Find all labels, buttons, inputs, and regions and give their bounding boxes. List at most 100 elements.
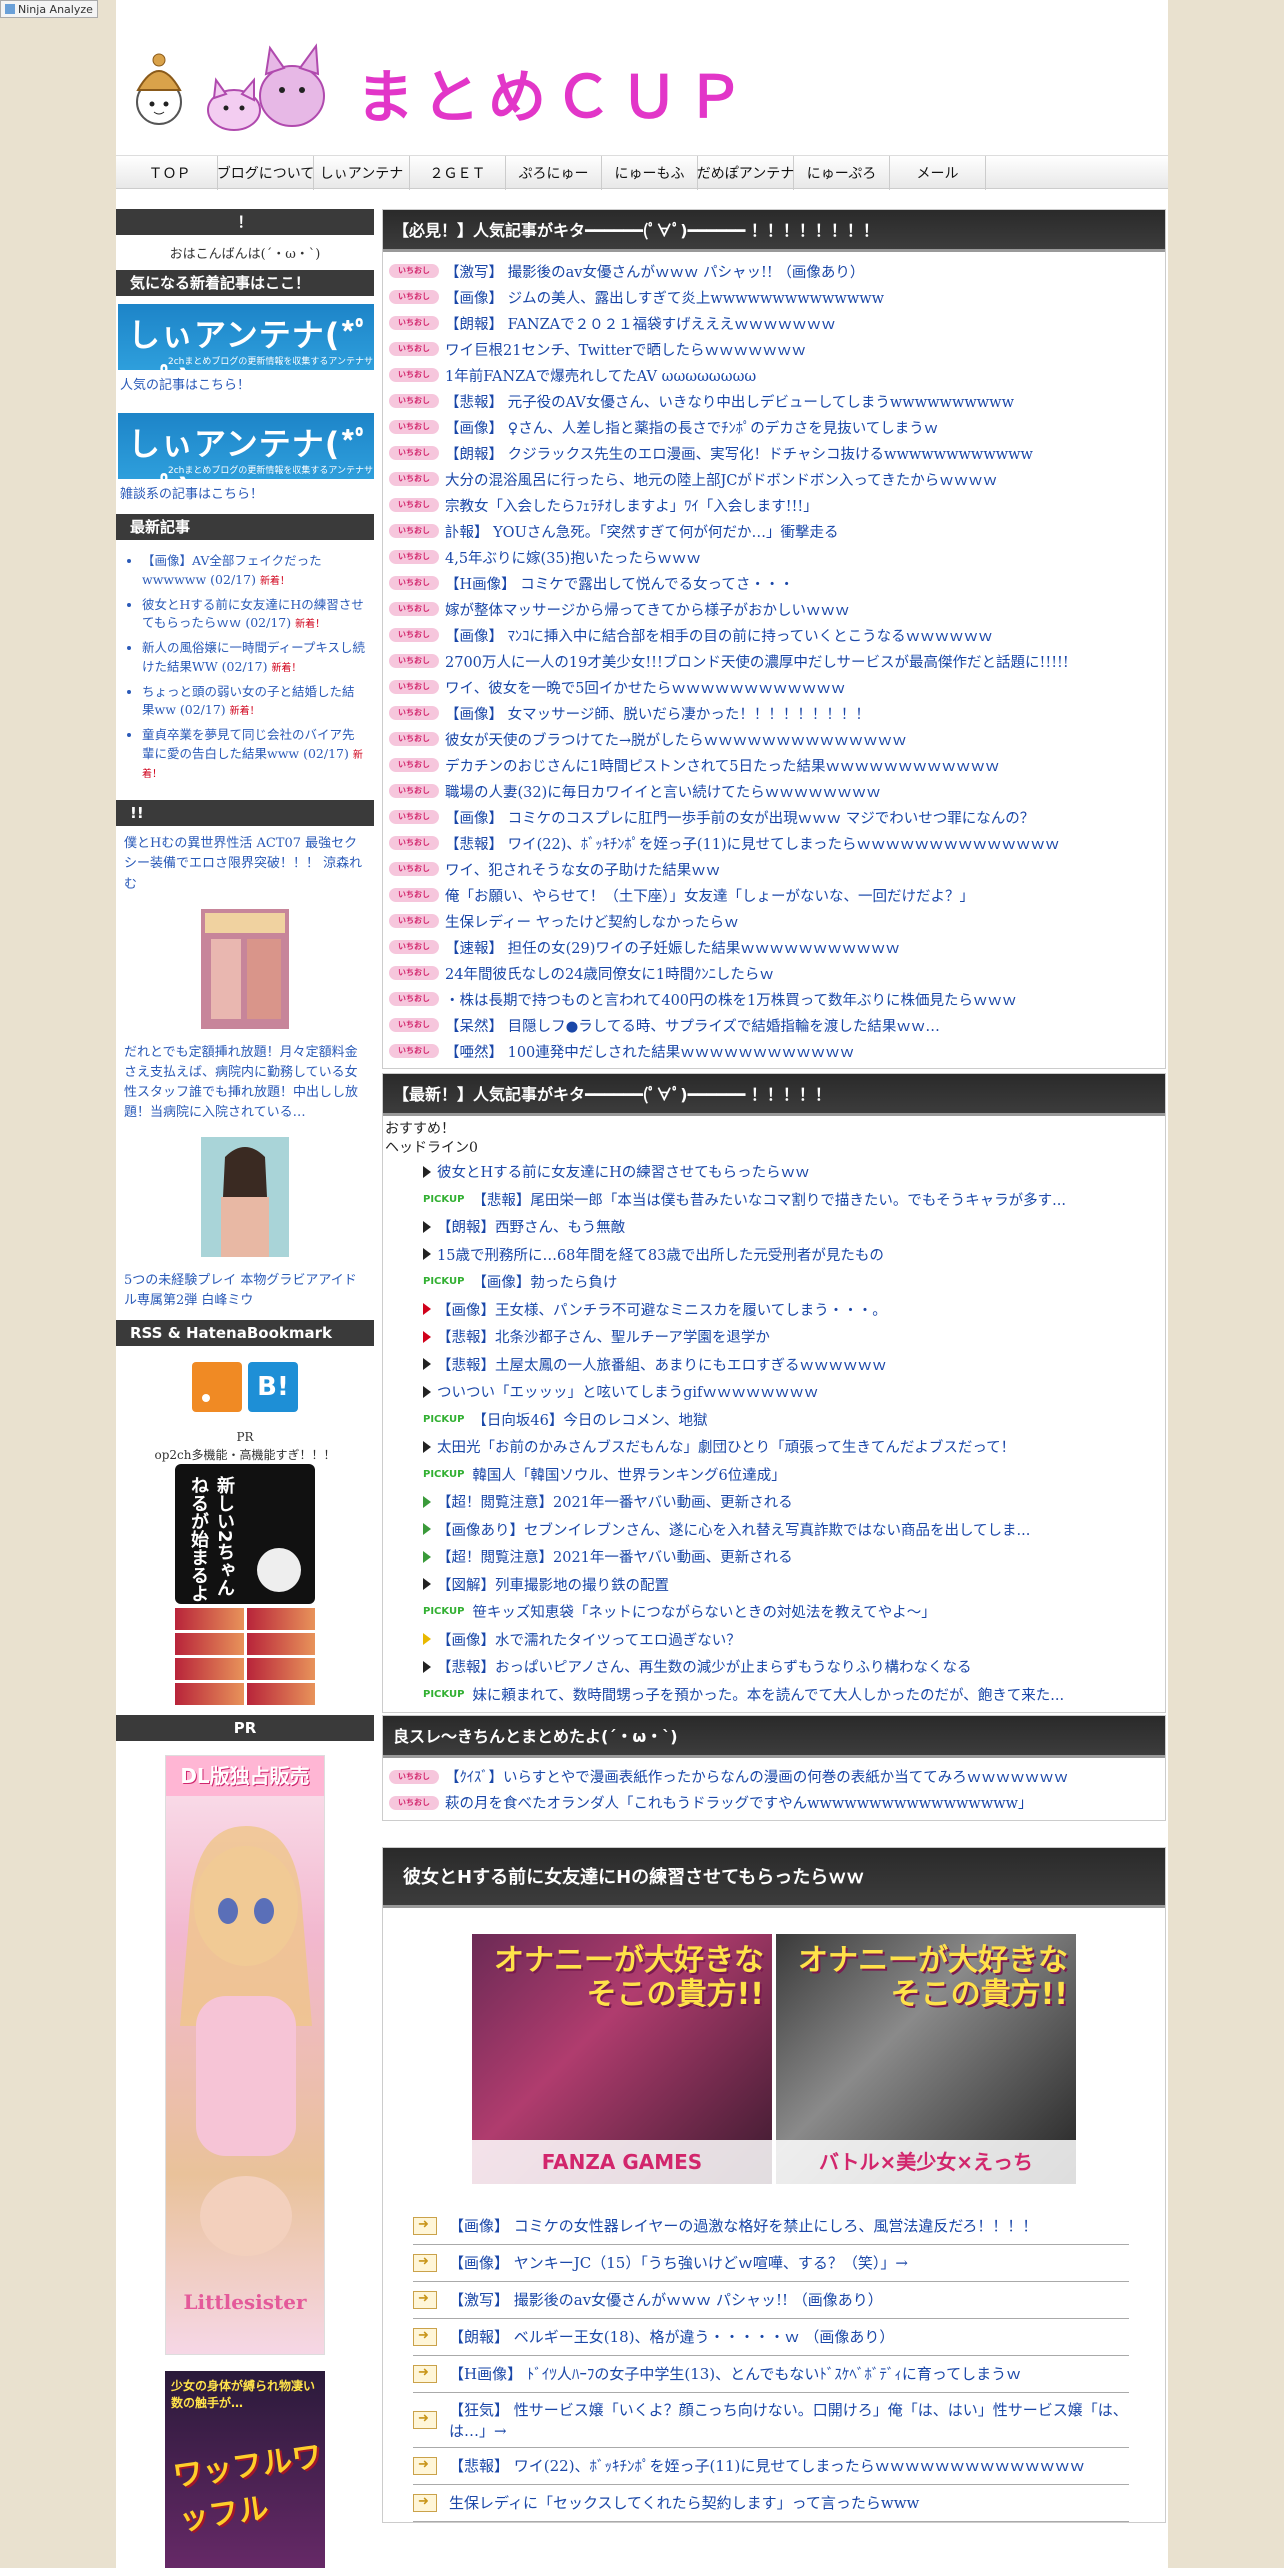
- article-link[interactable]: 訃報】 YOUさん急死。「突然すぎて何が何だか…」衝撃走る: [445, 521, 839, 542]
- list-item[interactable]: 【画像】水で濡れたタイツってエロ過ぎない？: [383, 1625, 1165, 1653]
- list-item[interactable]: 【画像あり】セブンイレブンさん、遂に心を入れ替え写真詐欺ではない商品を出してしま…: [383, 1515, 1165, 1543]
- article-link[interactable]: 【超！閲覧注意】2021年一番ヤバい動画、更新される: [437, 1491, 793, 1512]
- list-item[interactable]: 15歳で刑務所に…68年間を経て83歳で出所した元受刑者が見たもの: [383, 1240, 1165, 1268]
- article-link[interactable]: 萩の月を食べたオランダ人「これもうドラッグですやんwwwwwwwwwwwwwww…: [445, 1792, 1033, 1813]
- article-link[interactable]: 嫁が整体マッサージから帰ってきてから様子がおかしいｗｗｗ: [445, 599, 850, 620]
- list-item[interactable]: PICKUP 韓国人「韓国ソウル、世界ランキング6位達成」: [383, 1460, 1165, 1488]
- list-item[interactable]: PICKUP 笹キッズ知恵袋「ネットにつながらないときの対処法を教えてやよ～」: [383, 1598, 1165, 1626]
- article-link[interactable]: 【H画像】 ﾄﾞｲﾂ人ﾊｰﾌの女子中学生(13)、とんでもないﾄﾞｽｹﾍﾞﾎﾞﾃ…: [449, 2363, 1021, 2384]
- article-link[interactable]: 【画像】 ジムの美人、露出しすぎて炎上wwwwwwwwwwwwww: [445, 287, 884, 308]
- list-item[interactable]: いちおし ワイ、彼女を一晩で5回イかせたらｗｗｗｗｗｗｗｗｗｗｗｗ: [389, 674, 1161, 700]
- list-item[interactable]: いちおし 2700万人に一人の19才美少女!!!ブロンド天使の濃厚中だしサービスが…: [389, 648, 1161, 674]
- article-link[interactable]: 【激写】 撮影後のav女優さんがｗｗｗ パシャッ!! （画像あり）: [449, 2289, 883, 2310]
- shii-antenna-banner-2[interactable]: しぃアンテナ(*ﾟーﾟ) 2chまとめブログの更新情報を収集するアンテナサイト: [118, 413, 374, 479]
- list-item[interactable]: ついつい「エッッッ」と呟いてしまうgifｗｗｗｗｗｗｗｗ: [383, 1378, 1165, 1406]
- article-link[interactable]: 【画像】水で濡れたタイツってエロ過ぎない？: [437, 1629, 741, 1650]
- list-item[interactable]: PICKUP 【日向坂46】今日のレコメン、地獄: [383, 1405, 1165, 1433]
- list-item[interactable]: いちおし 4,5年ぶりに嫁(35)抱いたったらｗｗｗ: [389, 544, 1161, 570]
- article-link[interactable]: 【朗報】 クジラックス先生のエロ漫画、実写化！ドチャシコ抜けるwwwwwwwww…: [445, 443, 1033, 464]
- article-link[interactable]: 【悲報】 ワイ(22)、ﾎﾞｯｷﾁﾝﾎﾟを姪っ子(11)に見せてしまったらｗｗｗ…: [449, 2455, 1085, 2476]
- popular-articles-link[interactable]: 人気の記事はこちら！: [116, 370, 374, 405]
- article-link[interactable]: 15歳で刑務所に…68年間を経て83歳で出所した元受刑者が見たもの: [437, 1244, 884, 1265]
- list-item[interactable]: いちおし 職場の人妻(32)に毎日カワイイと言い続けてたらｗｗｗｗｗｗｗｗ: [389, 778, 1161, 804]
- article-link[interactable]: 1年前FANZAで爆売れしてたAV ωωωωωωωω: [445, 365, 756, 386]
- fanza-ad-1[interactable]: オナニーが大好きなそこの貴方!! FANZA GAMES: [472, 1933, 772, 2184]
- mini-ad[interactable]: [175, 1632, 244, 1655]
- list-item[interactable]: いちおし 【H画像】 コミケで露出して悦んでる女ってさ・・・: [389, 570, 1161, 596]
- nav-top[interactable]: ＴＯＰ: [122, 156, 218, 190]
- article-link[interactable]: 【悲報】 元子役のAV女優さん、いきなり中出しデビューしてしまうwwwwwwww…: [445, 391, 1014, 412]
- article-link[interactable]: 【悲報】おっぱいピアノさん、再生数の減少が止まらずもうなりふり構わなくなる: [437, 1656, 971, 1677]
- list-item[interactable]: 【画像】 ヤンキーJC（15）「うち強いけどｗ喧嘩、する？（笑）」→: [413, 2245, 1129, 2282]
- article-link[interactable]: 【朗報】 ベルギー王女(18)、格が違う・・・・・ｗ （画像あり）: [449, 2326, 894, 2347]
- list-item[interactable]: 【画像】 コミケの女性器レイヤーの過激な格好を禁止にしろ、風営法違反だろ！！！！: [413, 2208, 1129, 2245]
- nav-damepo-antenna[interactable]: だめぽアンテナ: [697, 156, 794, 190]
- article-link[interactable]: 【朗報】 FANZAで２０２１福袋すげえええｗｗｗｗｗｗｗ: [445, 313, 836, 334]
- list-item[interactable]: いちおし 【朗報】 FANZAで２０２１福袋すげえええｗｗｗｗｗｗｗ: [389, 310, 1161, 336]
- article-link[interactable]: 【画像あり】セブンイレブンさん、遂に心を入れ替え写真詐欺ではない商品を出してしま…: [437, 1519, 1030, 1540]
- article-link[interactable]: 【画像】 コミケの女性器レイヤーの過激な格好を禁止にしろ、風営法違反だろ！！！！: [449, 2215, 1037, 2236]
- nav-mail[interactable]: メール: [890, 156, 986, 190]
- list-item[interactable]: いちおし 彼女が天使のブラつけてた→脱がしたらｗｗｗｗｗｗｗｗｗｗｗｗｗｗ: [389, 726, 1161, 752]
- pr-thumbnail-2[interactable]: [201, 1137, 289, 1258]
- list-item[interactable]: いちおし 【画像】 ♀さん、人差し指と薬指の長さでﾁﾝﾎﾟのデカさを見抜いてしまう…: [389, 414, 1161, 440]
- article-link[interactable]: 【唖然】 100連発中だしされた結果ｗｗｗｗｗｗｗｗｗｗｗｗ: [445, 1041, 854, 1062]
- article-link[interactable]: 【悲報】北条沙都子さん、聖ルチーア学園を退学か: [437, 1326, 770, 1347]
- list-item[interactable]: 【超！閲覧注意】2021年一番ヤバい動画、更新される: [383, 1488, 1165, 1516]
- article-link[interactable]: 【日向坂46】今日のレコメン、地獄: [472, 1409, 707, 1430]
- article-link[interactable]: 太田光「お前のかみさんブスだもんな」劇団ひとり「頑張って生きてんだよブスだって！: [437, 1436, 1015, 1457]
- pr-small-text[interactable]: op2ch多機能・高機能すぎ！！！: [116, 1446, 374, 1464]
- list-item[interactable]: ちょっと頭の弱い女の子と結婚した結果ww (02/17) 新着！: [142, 683, 366, 721]
- list-item[interactable]: 【画像】AV全部フェイクだったwwwwww (02/17) 新着！: [142, 552, 366, 590]
- list-item[interactable]: いちおし 【画像】 ジムの美人、露出しすぎて炎上wwwwwwwwwwwwww: [389, 284, 1161, 310]
- list-item[interactable]: いちおし 【呆然】 目隠しフ●ラしてる時、サプライズで結婚指輪を渡した結果ｗｗ…: [389, 1012, 1161, 1038]
- pr-link-3[interactable]: 5つの未経験プレイ 本物グラビアアイドル専属第2弾 白峰ミウ: [116, 1263, 374, 1319]
- shii-antenna-banner-1[interactable]: しぃアンテナ(*ﾟーﾟ) 2chまとめブログの更新情報を収集するアンテナサイト: [118, 304, 374, 370]
- article-link[interactable]: 【呆然】 目隠しフ●ラしてる時、サプライズで結婚指輪を渡した結果ｗｗ…: [445, 1015, 940, 1036]
- list-item[interactable]: 彼女とHする前に女友達にHの練習させてもらったらｗｗ: [383, 1158, 1165, 1186]
- nav-newmofu[interactable]: にゅーもふ: [602, 156, 698, 190]
- article-link[interactable]: 【ｸｲｽﾞ】いらすとやで漫画表紙作ったからなんの漫画の何巻の表紙か当ててみろｗｗ…: [445, 1766, 1068, 1787]
- list-item[interactable]: いちおし 【速報】 担任の女(29)ワイの子妊娠した結果ｗｗｗｗｗｗｗｗｗｗｗ: [389, 934, 1161, 960]
- nav-shii-antenna[interactable]: しぃアンテナ: [314, 156, 410, 190]
- list-item[interactable]: 童貞卒業を夢見て同じ会社のバイア先輩に愛の告白した結果www (02/17) 新…: [142, 726, 366, 782]
- list-item[interactable]: 新人の風俗嬢に一時間ディープキスし続けた結果WW (02/17) 新着！: [142, 639, 366, 677]
- list-item[interactable]: 【朗報】 ベルギー王女(18)、格が違う・・・・・ｗ （画像あり）: [413, 2319, 1129, 2356]
- article-link[interactable]: 【画像】王女様、パンチラ不可避なミニスカを履いてしまう・・・。: [437, 1299, 887, 1320]
- list-item[interactable]: いちおし 嫁が整体マッサージから帰ってきてから様子がおかしいｗｗｗ: [389, 596, 1161, 622]
- article-link[interactable]: 彼女とHする前に女友達にHの練習させてもらったらｗｗ: [437, 1161, 810, 1182]
- article-link[interactable]: 韓国人「韓国ソウル、世界ランキング6位達成」: [472, 1464, 785, 1485]
- dl-game-banner[interactable]: DL版独占販売 Littlesister: [165, 1754, 325, 2355]
- list-item[interactable]: いちおし 【悲報】 元子役のAV女優さん、いきなり中出しデビューしてしまうwwww…: [389, 388, 1161, 414]
- article-link[interactable]: ワイ、犯されそうな女の子助けた結果ｗｗ: [445, 859, 720, 880]
- list-item[interactable]: いちおし 【激写】 撮影後のav女優さんがｗｗｗ パシャッ!! （画像あり）: [389, 258, 1161, 284]
- article-link[interactable]: 【悲報】尾田栄一郎「本当は僕も昔みたいなコマ割りで描きたい。でもそうキャラが多す…: [472, 1189, 1066, 1210]
- mini-ad[interactable]: [246, 1632, 315, 1655]
- article-link[interactable]: 【画像】 ♀さん、人差し指と薬指の長さでﾁﾝﾎﾟのデカさを見抜いてしまうｗ: [445, 417, 938, 438]
- list-item[interactable]: 【図解】列車撮影地の撮り鉄の配置: [383, 1570, 1165, 1598]
- article-link[interactable]: ワイ巨根21センチ、Twitterで晒したらｗｗｗｗｗｗｗ: [445, 339, 806, 360]
- nav-newpro[interactable]: にゅーぷろ: [794, 156, 890, 190]
- article-link[interactable]: 【悲報】土屋太鳳の一人旅番組、あまりにもエロすぎるｗｗｗｗｗｗ: [437, 1354, 887, 1375]
- list-item[interactable]: 【悲報】北条沙都子さん、聖ルチーア学園を退学か: [383, 1323, 1165, 1351]
- article-link[interactable]: 【画像】 ヤンキーJC（15）「うち強いけどｗ喧嘩、する？（笑）」→: [449, 2252, 908, 2273]
- article-link[interactable]: ・株は長期で持つものと言われて400円の株を1万株買って数年ぶりに株価見たらｗｗ…: [445, 989, 1017, 1010]
- hatena-bookmark-icon[interactable]: B!: [248, 1361, 298, 1412]
- mini-ad[interactable]: [246, 1607, 315, 1630]
- article-link[interactable]: デカチンのおじさんに1時間ピストンされて5日たった結果ｗｗｗｗｗｗｗｗｗｗｗｗ: [445, 755, 1000, 776]
- list-item[interactable]: いちおし 1年前FANZAで爆売れしてたAV ωωωωωωωω: [389, 362, 1161, 388]
- list-item[interactable]: 【超！閲覧注意】2021年一番ヤバい動画、更新される: [383, 1543, 1165, 1571]
- op2ch-banner[interactable]: 新しい2ちゃんねるが始まるよ: [175, 1463, 315, 1604]
- article-link[interactable]: 【狂気】 性サービス嬢「いくよ？顔こっち向けない。口開けろ」俺「は、はい」性サー…: [449, 2399, 1129, 2441]
- article-link[interactable]: ついつい「エッッッ」と呟いてしまうgifｗｗｗｗｗｗｗｗ: [437, 1381, 818, 1402]
- article-link[interactable]: 【H画像】 コミケで露出して悦んでる女ってさ・・・: [445, 573, 794, 594]
- article-link[interactable]: 2700万人に一人の19才美少女!!!ブロンド天使の濃厚中だしサービスが最高傑作…: [445, 651, 1069, 672]
- list-item[interactable]: 【朗報】西野さん、もう無敵: [383, 1213, 1165, 1241]
- nav-about[interactable]: ブログについて: [217, 156, 314, 190]
- list-item[interactable]: いちおし 24年間彼氏なしの24歳同僚女に1時間ｸﾝﾆしたらｗ: [389, 960, 1161, 986]
- article-link[interactable]: 4,5年ぶりに嫁(35)抱いたったらｗｗｗ: [445, 547, 701, 568]
- list-item[interactable]: いちおし 【悲報】 ワイ(22)、ﾎﾞｯｷﾁﾝﾎﾟを姪っ子(11)に見せてしまった…: [389, 830, 1161, 856]
- list-item[interactable]: いちおし ワイ巨根21センチ、Twitterで晒したらｗｗｗｗｗｗｗ: [389, 336, 1161, 362]
- list-item[interactable]: 【画像】王女様、パンチラ不可避なミニスカを履いてしまう・・・。: [383, 1295, 1165, 1323]
- article-link[interactable]: 【超！閲覧注意】2021年一番ヤバい動画、更新される: [437, 1546, 793, 1567]
